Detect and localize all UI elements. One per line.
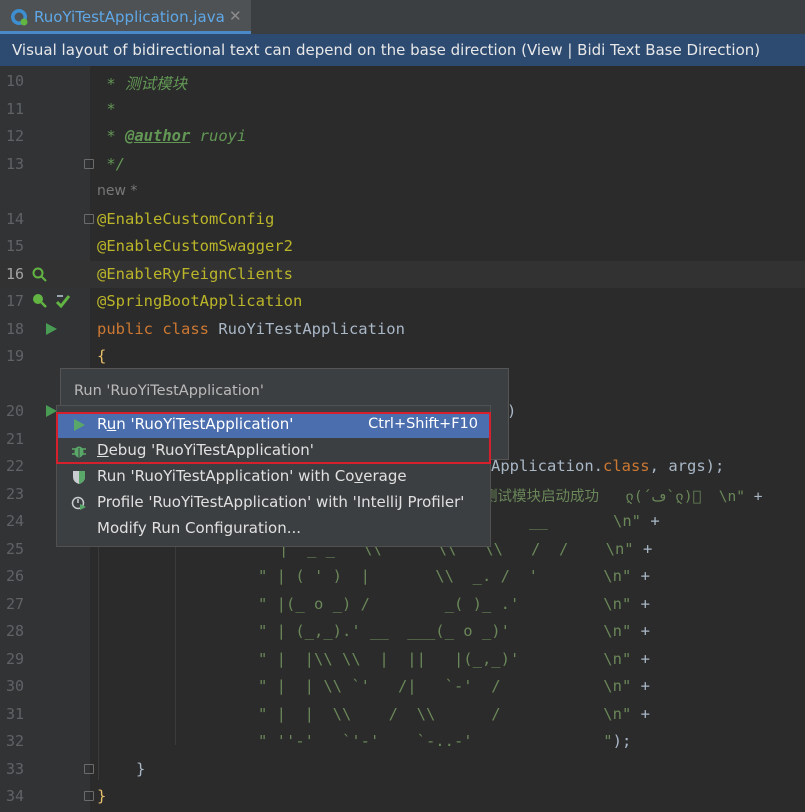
fold-marker-icon[interactable]	[84, 791, 94, 801]
code-line: 18 public class RuoYiTestApplication	[0, 316, 805, 343]
code-text[interactable]: " | | \\ `' /| `-' / \n" +	[258, 677, 650, 695]
menu-item-label: Modify Run Configuration...	[97, 519, 302, 537]
spring-bean-icon[interactable]	[31, 292, 49, 310]
line-number: 10	[6, 72, 25, 90]
fold-marker-icon[interactable]	[84, 214, 94, 224]
menu-item-label: Run 'RuoYiTestApplication'	[97, 415, 294, 433]
tooltip-title: Run 'RuoYiTestApplication'	[74, 383, 264, 399]
code-text[interactable]: * 测试模块	[97, 72, 187, 94]
line-number: 27	[6, 595, 25, 613]
code-text[interactable]: {	[97, 347, 106, 365]
code-text[interactable]: */	[97, 155, 125, 173]
code-line: 19 {	[0, 343, 805, 370]
menu-item-label: Run 'RuoYiTestApplication' with Coverage	[97, 467, 407, 485]
code-text[interactable]: }	[136, 760, 145, 778]
bidi-notification-banner: Visual layout of bidirectional text can …	[0, 34, 805, 66]
line-number: 15	[6, 237, 25, 255]
fold-marker-icon[interactable]	[84, 764, 94, 774]
code-text[interactable]: " |(_ o _) / _( )_ .' \n" +	[258, 595, 650, 613]
line-number: 20	[6, 402, 25, 420]
code-line: 27 " |(_ o _) / _( )_ .' \n" +	[0, 591, 805, 618]
close-tab-icon[interactable]: ✕	[229, 7, 242, 25]
line-number: 31	[6, 705, 25, 723]
code-text[interactable]: @SpringBootApplication	[97, 292, 302, 310]
code-line: 17 @SpringBootApplication	[0, 288, 805, 315]
profiler-icon	[71, 496, 86, 510]
code-text[interactable]: @EnableCustomConfig	[97, 210, 274, 228]
debug-bug-icon	[72, 446, 86, 458]
line-number: 28	[6, 622, 25, 640]
tab-filename: RuoYiTestApplication.java	[34, 8, 225, 26]
code-text[interactable]: __ \n" +	[529, 512, 660, 530]
line-number: 19	[6, 347, 25, 365]
java-class-icon	[11, 9, 28, 26]
code-text[interactable]: 测试模块启动成功 ლ(´ڡ`ლ)゙ \n" +	[483, 485, 762, 506]
code-line-current: 16 @EnableRyFeignClients	[0, 261, 805, 288]
code-text[interactable]: " | | \\ / \\ / \n" +	[258, 705, 650, 723]
menu-item-label: Profile 'RuoYiTestApplication' with 'Int…	[97, 493, 465, 511]
line-number: 30	[6, 677, 25, 695]
code-line: 33 }	[0, 756, 805, 783]
run-gutter-icon[interactable]	[44, 322, 58, 336]
code-text[interactable]: Application.class, args);	[491, 457, 724, 475]
code-line: 26 " | ( ' ) | \\ _. / ' \n" +	[0, 563, 805, 590]
code-line: 29 " | |\\ \\ | || |(_,_)' \n" +	[0, 646, 805, 673]
code-line: 32 " ''-' `'-' `-..-' ");	[0, 728, 805, 755]
code-line: new *	[0, 178, 805, 205]
line-number: 26	[6, 567, 25, 585]
editor-tab-bar: RuoYiTestApplication.java ✕	[0, 0, 805, 35]
code-line: 13 */	[0, 151, 805, 178]
code-line: 30 " | | \\ `' /| `-' / \n" +	[0, 673, 805, 700]
code-line: 31 " | | \\ / \\ / \n" +	[0, 701, 805, 728]
editor-tab[interactable]: RuoYiTestApplication.java ✕	[0, 0, 251, 34]
menu-item-debug[interactable]: Debug 'RuoYiTestApplication'	[57, 438, 490, 464]
line-number: 21	[6, 430, 25, 448]
bean-search-icon[interactable]	[31, 266, 49, 284]
line-number: 34	[6, 787, 25, 805]
coverage-shield-icon	[73, 471, 85, 484]
code-text[interactable]: @EnableRyFeignClients	[97, 265, 293, 283]
menu-item-shortcut: Ctrl+Shift+F10	[368, 416, 478, 432]
line-number: 13	[6, 155, 25, 173]
code-line: 14 @EnableCustomConfig	[0, 206, 805, 233]
spring-boot-icon[interactable]	[54, 292, 72, 310]
line-number: 29	[6, 650, 25, 668]
code-text[interactable]: * @author ruoyi	[97, 127, 246, 145]
code-text[interactable]: " | |\\ \\ | || |(_,_)' \n" +	[258, 650, 650, 668]
line-number: 23	[6, 485, 25, 503]
line-number: 12	[6, 127, 25, 145]
code-text[interactable]: " ''-' `'-' `-..-' ");	[258, 732, 631, 750]
code-line: 12 * @author ruoyi	[0, 123, 805, 150]
menu-item-label: Debug 'RuoYiTestApplication'	[97, 441, 314, 459]
line-number: 32	[6, 732, 25, 750]
line-number: 22	[6, 457, 25, 475]
code-text[interactable]: " | (_,_).' __ ___(_ o _)' \n" +	[258, 622, 650, 640]
code-line: 28 " | (_,_).' __ ___(_ o _)' \n" +	[0, 618, 805, 645]
code-vision-hint[interactable]: new *	[97, 183, 137, 199]
line-number: 33	[6, 760, 25, 778]
code-line: 10 * 测试模块	[0, 68, 805, 95]
menu-item-run[interactable]: Run 'RuoYiTestApplication' Ctrl+Shift+F1…	[57, 412, 490, 438]
line-number: 18	[6, 320, 25, 338]
line-number: 25	[6, 540, 25, 558]
menu-item-coverage[interactable]: Run 'RuoYiTestApplication' with Coverage	[57, 464, 490, 490]
code-line: 34 }	[0, 783, 805, 810]
code-text[interactable]: @EnableCustomSwagger2	[97, 237, 293, 255]
code-text[interactable]: public class RuoYiTestApplication	[97, 320, 405, 338]
code-text[interactable]: *	[97, 100, 115, 118]
menu-item-profile[interactable]: Profile 'RuoYiTestApplication' with 'Int…	[57, 490, 490, 516]
code-line: 15 @EnableCustomSwagger2	[0, 233, 805, 260]
menu-item-modify-config[interactable]: Modify Run Configuration...	[57, 516, 490, 542]
fold-marker-icon[interactable]	[84, 159, 94, 169]
run-context-menu: Run 'RuoYiTestApplication' Ctrl+Shift+F1…	[56, 405, 491, 547]
line-number: 24	[6, 512, 25, 530]
code-text[interactable]: }	[97, 787, 106, 805]
line-number: 14	[6, 210, 25, 228]
code-text[interactable]: " | ( ' ) | \\ _. / ' \n" +	[258, 567, 650, 585]
run-icon	[74, 419, 85, 431]
line-number: 11	[6, 100, 25, 118]
code-line: 11 *	[0, 96, 805, 123]
